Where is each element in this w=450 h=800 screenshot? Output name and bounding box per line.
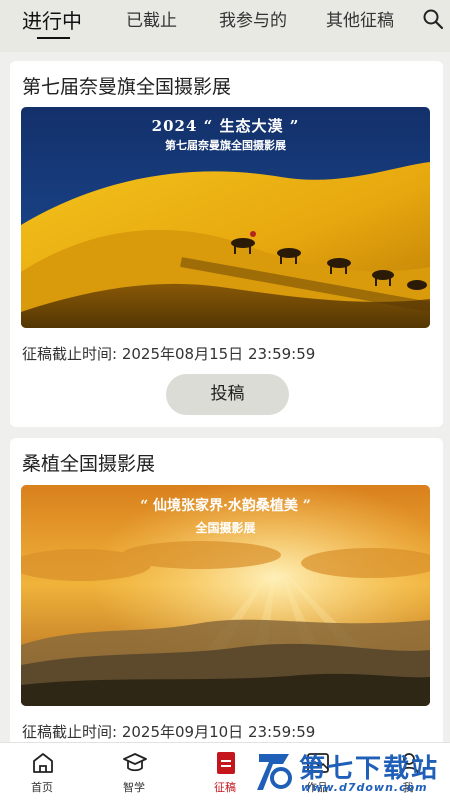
nav-submission-label: 征稿 <box>214 781 236 794</box>
nav-learn[interactable]: 智学 <box>99 743 169 800</box>
tab-closed[interactable]: 已截止 <box>126 8 177 34</box>
banner-subtitle: 第七届奈曼旗全国摄影展 <box>165 139 286 152</box>
watermark-url: www.d7down.com <box>301 781 428 794</box>
active-tab-indicator <box>37 37 70 39</box>
contest-banner-image[interactable]: 2024 “ 生态大漠 ” 第七届奈曼旗全国摄影展 <box>21 107 430 328</box>
contest-title[interactable]: 第七届奈曼旗全国摄影展 <box>22 72 231 99</box>
nav-learn-label: 智学 <box>123 781 145 794</box>
tab-ongoing[interactable]: 进行中 <box>22 8 82 34</box>
top-tab-bar: 进行中 已截止 我参与的 其他征稿 <box>0 0 450 52</box>
nav-submission[interactable]: 征稿 <box>190 743 260 800</box>
graduation-cap-icon <box>123 753 147 772</box>
submit-entry-button[interactable]: 投稿 <box>166 374 289 415</box>
banner-subtitle: 全国摄影展 <box>195 521 256 535</box>
search-icon[interactable] <box>422 8 444 30</box>
contest-banner-image[interactable]: “ 仙境张家界·水韵桑植美 ” 全国摄影展 <box>21 485 430 706</box>
submission-icon <box>217 752 235 774</box>
tab-participated[interactable]: 我参与的 <box>219 8 287 34</box>
contest-card[interactable]: 第七届奈曼旗全国摄影展 2024 “ 生态大漠 ” 第七届奈曼旗全国摄影展 征稿… <box>10 61 443 427</box>
watermark-logo-icon <box>257 754 292 790</box>
deadline-text: 征稿截止时间: 2025年09月10日 23:59:59 <box>22 723 316 741</box>
nav-home-label: 首页 <box>31 781 53 794</box>
contest-card[interactable]: 桑植全国摄影展 “ 仙境张家界·水韵桑植美 ” 全国摄影展 征稿截止时间: 20… <box>10 438 443 758</box>
tab-other-calls[interactable]: 其他征稿 <box>326 8 394 34</box>
site-watermark: 第七下载站 www.d7down.com <box>255 748 447 796</box>
deadline-text: 征稿截止时间: 2025年08月15日 23:59:59 <box>22 345 316 363</box>
watermark-title: 第七下载站 <box>299 754 440 784</box>
banner-headline: “ 仙境张家界·水韵桑植美 ” <box>140 498 311 514</box>
contest-title[interactable]: 桑植全国摄影展 <box>22 449 155 476</box>
home-icon <box>33 753 53 773</box>
banner-headline: 2024 “ 生态大漠 ” <box>151 117 300 135</box>
nav-home[interactable]: 首页 <box>7 743 77 800</box>
